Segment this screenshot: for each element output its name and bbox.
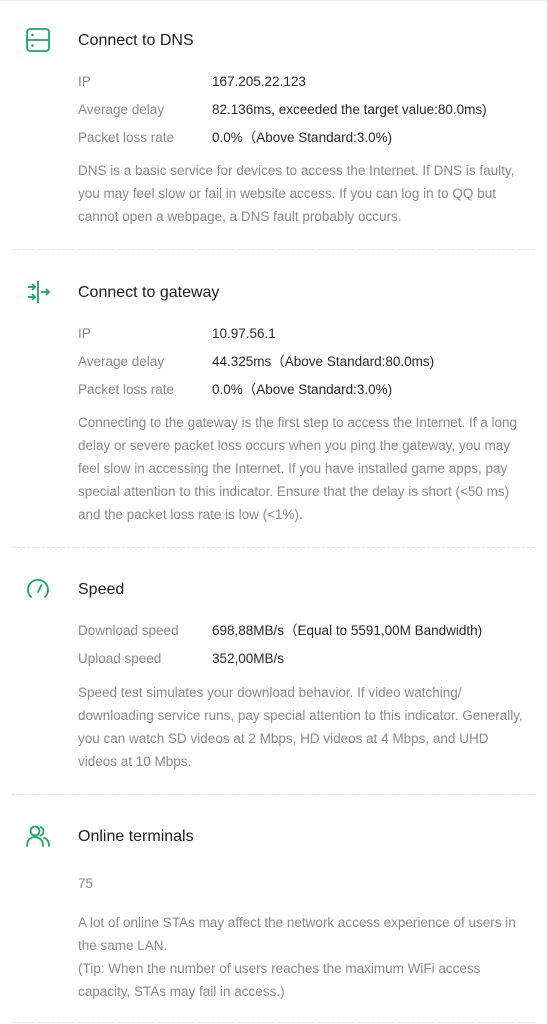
gateway-title: Connect to gateway	[78, 284, 220, 301]
download-speed-value: 698,88MB/s（Equal to 5591,00M Bandwidth)	[212, 623, 483, 638]
speed-title: Speed	[78, 581, 125, 598]
terminals-tip: (Tip: When the number of users reaches t…	[78, 961, 481, 999]
gateway-delay-label: Average delay	[78, 354, 165, 369]
dns-title: Connect to DNS	[78, 32, 194, 49]
gateway-ip-value: 10.97.56.1	[212, 326, 276, 341]
dns-loss-value: 0.0%（Above Standard:3.0%)	[212, 130, 393, 145]
gateway-icon	[28, 281, 51, 303]
users-icon	[26, 825, 50, 847]
dns-ip-value: 167.205.22.123	[212, 74, 306, 89]
server-icon	[26, 28, 50, 52]
dns-delay-label: Average delay	[78, 102, 165, 117]
terminals-title: Online terminals	[78, 828, 194, 845]
gateway-delay-row: Average delay 44.325ms（Above Standard:80…	[78, 353, 434, 371]
dns-delay-value: 82.136ms, exceeded the target value:80.0…	[212, 102, 487, 117]
dns-delay-row: Average delay 82.136ms, exceeded the tar…	[78, 101, 487, 119]
terminals-count: 75	[78, 876, 94, 891]
dns-ip-row: IP 167.205.22.123	[78, 73, 306, 91]
dns-description: DNS is a basic service for devices to ac…	[78, 163, 515, 224]
speedometer-icon	[27, 578, 49, 598]
gateway-description: Connecting to the gateway is the first s…	[78, 415, 518, 522]
upload-speed-label: Upload speed	[78, 651, 162, 666]
dns-ip-label: IP	[78, 74, 91, 89]
section-divider	[12, 794, 535, 795]
dns-loss-row: Packet loss rate 0.0%（Above Standard:3.0…	[78, 129, 392, 147]
download-speed-label: Download speed	[78, 623, 179, 638]
section-divider	[12, 1022, 535, 1023]
section-divider	[12, 547, 535, 548]
speed-description: Speed test simulates your download behav…	[78, 685, 523, 769]
upload-speed-value: 352,00MB/s	[212, 651, 285, 666]
gateway-loss-value: 0.0%（Above Standard:3.0%)	[212, 382, 393, 397]
gateway-loss-row: Packet loss rate 0.0%（Above Standard:3.0…	[78, 381, 392, 399]
terminals-description: A lot of online STAs may affect the netw…	[78, 915, 516, 953]
section-divider	[12, 249, 535, 250]
dns-loss-label: Packet loss rate	[78, 130, 175, 145]
gateway-ip-label: IP	[78, 326, 91, 341]
gateway-loss-label: Packet loss rate	[78, 382, 175, 397]
download-speed-row: Download speed 698,88MB/s（Equal to 5591,…	[78, 622, 482, 640]
gateway-ip-row: IP 10.97.56.1	[78, 325, 276, 343]
top-divider	[0, 0, 547, 1]
gateway-delay-value: 44.325ms（Above Standard:80.0ms)	[212, 354, 435, 369]
upload-speed-row: Upload speed 352,00MB/s	[78, 650, 284, 668]
